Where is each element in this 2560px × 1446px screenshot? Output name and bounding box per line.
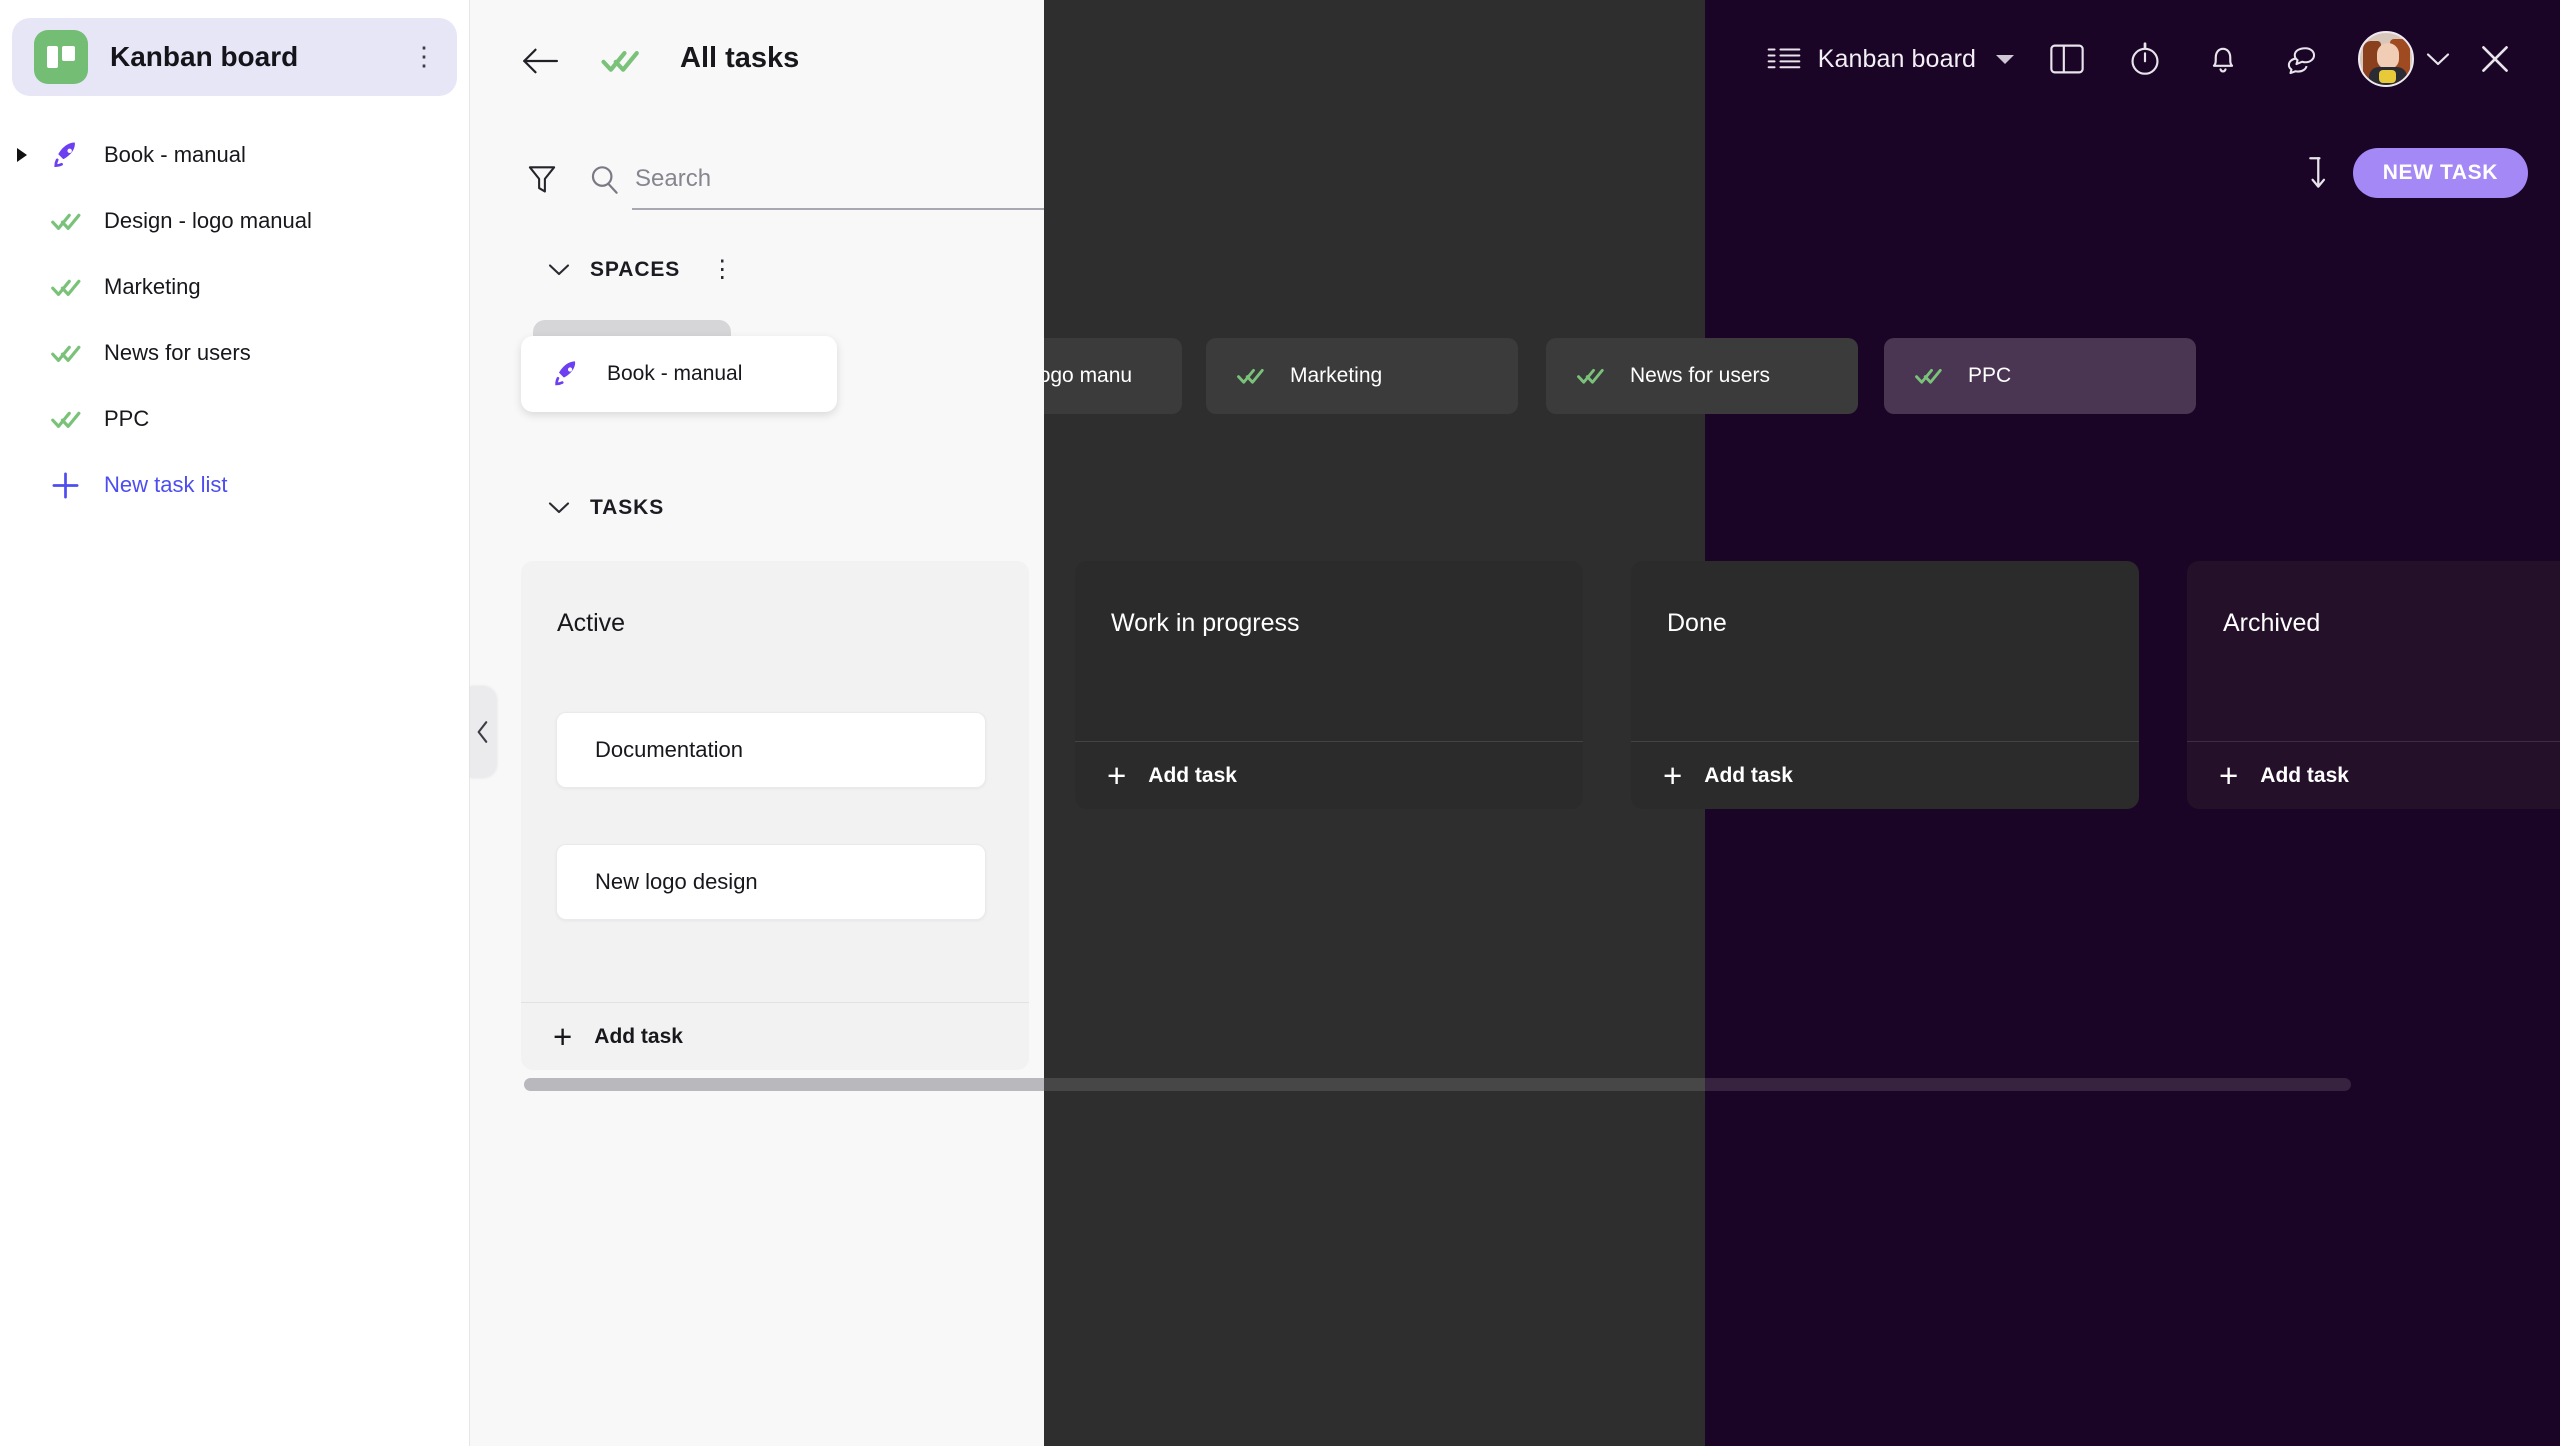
double-check-icon — [50, 403, 98, 436]
collapse-panel-handle[interactable] — [470, 686, 496, 778]
add-task-label: Add task — [2260, 763, 2349, 787]
column-title: Archived — [2223, 609, 2321, 637]
add-task-label: Add task — [594, 1024, 683, 1048]
space-tab-label: News for users — [1630, 364, 1771, 387]
space-tab-label: PPC — [1968, 364, 2012, 387]
space-tab-label: Book - manual — [607, 362, 743, 385]
board-header-pill[interactable]: Kanban board ⋮ — [12, 18, 457, 96]
add-task-button[interactable]: + Add task — [1075, 741, 1583, 809]
plus-icon: + — [1107, 757, 1127, 794]
column-title: Work in progress — [1111, 609, 1300, 637]
sidebar: Kanban board ⋮ Book - manual Design - lo… — [0, 0, 470, 1446]
board-column-done: Done + Add task — [1631, 561, 2139, 809]
add-task-label: Add task — [1148, 763, 1237, 787]
add-task-label: Add task — [1704, 763, 1793, 787]
kebab-menu-icon[interactable]: ⋮ — [411, 44, 437, 69]
kebab-menu-icon[interactable]: ⋮ — [710, 257, 734, 282]
space-tab-book-manual-active[interactable]: Book - manual — [521, 336, 837, 412]
sort-descending-icon[interactable] — [2305, 156, 2327, 190]
add-task-button[interactable]: + Add task — [2187, 741, 2560, 809]
chevron-down-icon[interactable] — [548, 263, 590, 277]
new-task-list-label: New task list — [104, 472, 228, 497]
sidebar-item-label: Marketing — [104, 274, 201, 299]
new-task-button[interactable]: NEW TASK — [2352, 148, 2528, 198]
rocket-icon — [50, 139, 98, 172]
double-check-icon — [1576, 361, 1606, 391]
light-overlay-panel: All tasks Search SPACES ⋮ Book - manual … — [470, 0, 1044, 1446]
board-column-work-in-progress: Work in progress + Add task — [1075, 561, 1583, 809]
double-check-icon — [600, 40, 642, 82]
double-check-icon — [50, 271, 98, 304]
chat-bubbles-icon[interactable] — [2262, 0, 2340, 118]
sidebar-item-label: News for users — [104, 340, 251, 365]
sidebar-nav: Book - manual Design - logo manual Marke… — [0, 132, 469, 508]
space-tab-news-for-users[interactable]: News for users — [1546, 338, 1858, 414]
task-card[interactable]: Documentation — [556, 712, 986, 788]
spaces-section-header: SPACES ⋮ — [548, 257, 734, 282]
space-tab-label: Marketing — [1290, 364, 1383, 387]
filter-funnel-icon[interactable] — [528, 165, 556, 195]
user-avatar-image — [2358, 31, 2414, 87]
new-task-list-button[interactable]: New task list — [0, 462, 469, 508]
sidebar-item-book-manual[interactable]: Book - manual — [0, 132, 469, 178]
plus-icon — [50, 470, 98, 501]
top-toolbar: Kanban board — [1705, 0, 2560, 118]
task-card-title: New logo design — [595, 869, 758, 894]
sidebar-item-ppc[interactable]: PPC — [0, 396, 469, 442]
search-input[interactable]: Search — [635, 165, 711, 193]
double-check-icon — [50, 205, 98, 238]
space-tab-marketing[interactable]: Marketing — [1206, 338, 1518, 414]
task-card-title: Documentation — [595, 737, 743, 762]
plus-icon: + — [553, 1018, 573, 1055]
double-check-icon — [50, 337, 98, 370]
section-label: SPACES — [590, 258, 681, 281]
section-label: TASKS — [590, 496, 665, 519]
search-icon[interactable] — [590, 165, 619, 195]
expand-triangle-icon[interactable] — [16, 147, 50, 163]
kanban-board-icon — [34, 30, 88, 84]
list-view-icon[interactable] — [1756, 0, 1812, 118]
plus-icon: + — [1663, 757, 1683, 794]
chevron-down-icon[interactable] — [1982, 0, 2028, 118]
plus-icon: + — [2219, 757, 2239, 794]
board-column-archived: Archived + Add task — [2187, 561, 2560, 809]
sidebar-item-marketing[interactable]: Marketing — [0, 264, 469, 310]
rocket-icon — [551, 358, 583, 390]
user-menu-chevron-down-icon[interactable] — [2414, 0, 2462, 118]
double-check-icon — [1914, 361, 1944, 391]
chevron-down-icon[interactable] — [548, 501, 590, 515]
space-tab-ppc[interactable]: PPC — [1884, 338, 2196, 414]
horizontal-scrollbar-thumb-light[interactable] — [524, 1078, 1044, 1091]
avatar[interactable] — [2358, 0, 2414, 118]
add-task-button[interactable]: + Add task — [1631, 741, 2139, 809]
sidebar-item-design-logo-manual[interactable]: Design - logo manual — [0, 198, 469, 244]
sidebar-item-label: Book - manual — [104, 142, 246, 167]
sidebar-item-label: PPC — [104, 406, 150, 431]
sidebar-item-label: Design - logo manual — [104, 208, 312, 233]
page-title: All tasks — [680, 42, 800, 74]
column-title: Done — [1667, 609, 1727, 637]
task-card[interactable]: New logo design — [556, 844, 986, 920]
board-actions: NEW TASK — [2305, 148, 2528, 198]
sidebar-item-news-for-users[interactable]: News for users — [0, 330, 469, 376]
notification-bell-icon[interactable] — [2184, 0, 2262, 118]
board-title: Kanban board — [110, 41, 299, 72]
back-arrow-icon[interactable] — [522, 46, 558, 76]
tasks-section-header: TASKS — [548, 496, 664, 520]
search-underline — [632, 208, 1044, 210]
double-check-icon — [1236, 361, 1266, 391]
toolbar-board-name[interactable]: Kanban board — [1812, 0, 1982, 118]
stopwatch-icon[interactable] — [2106, 0, 2184, 118]
column-title: Active — [557, 609, 626, 637]
add-task-button[interactable]: + Add task — [521, 1002, 1029, 1070]
split-view-icon[interactable] — [2028, 0, 2106, 118]
close-icon[interactable] — [2462, 0, 2528, 118]
